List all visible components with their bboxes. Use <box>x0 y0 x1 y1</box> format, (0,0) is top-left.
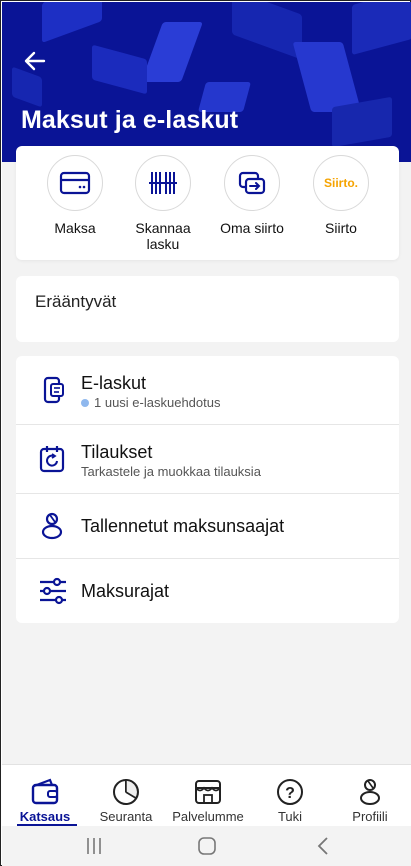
pie-chart-icon <box>113 779 139 805</box>
scan-circle <box>135 155 191 211</box>
decor-shape <box>232 2 302 60</box>
menu-title: Maksurajat <box>81 581 170 601</box>
menu-item-e-invoices[interactable]: E-laskut 1 uusi e-laskuehdotus <box>16 356 399 424</box>
screen: Maksut ja e-laskut Maksa Skannaa lasku O… <box>2 2 411 866</box>
card-icon <box>59 171 91 195</box>
phone-invoice-icon <box>43 376 64 404</box>
system-back-icon[interactable] <box>314 836 334 856</box>
menu-subtitle: Tarkastele ja muokkaa tilauksia <box>81 464 261 479</box>
nav-label: Palvelumme <box>172 809 244 824</box>
nav-tab-support[interactable]: ? Tuki <box>252 765 328 827</box>
page-title: Maksut ja e-laskut <box>21 106 239 134</box>
arrow-left-icon <box>24 51 46 71</box>
menu-title: Tallennetut maksunsaajat <box>81 516 285 536</box>
nav-label: Tuki <box>277 809 303 824</box>
nav-tab-tracking[interactable]: Seuranta <box>88 765 164 827</box>
scan-invoice-button[interactable]: Skannaa lasku <box>117 155 209 252</box>
help-icon: ? <box>277 779 303 805</box>
quick-actions-card: Maksa Skannaa lasku Oma siirto Siirto. S… <box>16 146 399 260</box>
svg-text:?: ? <box>285 785 295 802</box>
header-banner: Maksut ja e-laskut <box>2 2 411 162</box>
nav-tab-services[interactable]: Palvelumme <box>168 765 248 827</box>
sliders-icon <box>40 577 66 605</box>
siirto-button[interactable]: Siirto. Siirto <box>295 155 387 236</box>
recent-apps-icon[interactable] <box>84 836 104 856</box>
due-title: Erääntyvät <box>35 292 117 311</box>
nav-tab-profile[interactable]: Profiili <box>332 765 408 827</box>
own-transfer-button[interactable]: Oma siirto <box>206 155 298 236</box>
scan-label: Skannaa lasku <box>135 220 191 252</box>
menu-item-saved-payees[interactable]: Tallennetut maksunsaajat <box>16 494 399 558</box>
siirto-logo: Siirto. <box>323 176 358 190</box>
decor-shape <box>141 22 203 82</box>
due-payments-card[interactable]: Erääntyvät <box>16 276 399 342</box>
menu-item-subscriptions[interactable]: Tilaukset Tarkastele ja muokkaa tilauksi… <box>16 425 399 493</box>
menu-list: E-laskut 1 uusi e-laskuehdotus Tilaukset… <box>16 356 399 623</box>
transfer-icon <box>238 171 266 195</box>
wallet-icon <box>31 778 59 805</box>
barcode-icon <box>149 172 177 194</box>
transfer-circle <box>224 155 280 211</box>
decor-shape <box>92 44 147 95</box>
menu-title: Tilaukset <box>81 442 153 462</box>
menu-subtitle-text: 1 uusi e-laskuehdotus <box>94 395 221 410</box>
profile-icon <box>360 779 380 805</box>
pay-label: Maksa <box>54 220 96 236</box>
decor-shape <box>352 2 411 56</box>
system-navigation-bar <box>2 826 411 866</box>
nav-label: Katsaus <box>19 809 71 824</box>
new-indicator-dot <box>81 398 89 407</box>
decor-shape <box>42 2 102 43</box>
person-icon <box>41 512 63 540</box>
calendar-refresh-icon <box>39 446 65 473</box>
bottom-navigation: Katsaus Seuranta Palvelumme ? Tuki Profi… <box>2 764 411 827</box>
nav-label: Seuranta <box>99 809 153 824</box>
store-icon <box>195 780 221 804</box>
siirto-label: Siirto <box>325 220 357 236</box>
back-button[interactable] <box>22 48 48 74</box>
pay-button[interactable]: Maksa <box>29 155 121 236</box>
nav-tab-overview[interactable]: Katsaus <box>7 765 83 827</box>
nav-label: Profiili <box>352 809 388 824</box>
home-icon[interactable] <box>197 836 217 856</box>
menu-subtitle: 1 uusi e-laskuehdotus <box>81 395 220 410</box>
siirto-circle: Siirto. <box>313 155 369 211</box>
pay-circle <box>47 155 103 211</box>
menu-item-payment-limits[interactable]: Maksurajat <box>16 559 399 623</box>
menu-title: E-laskut <box>81 373 147 393</box>
own-transfer-label: Oma siirto <box>220 220 284 236</box>
